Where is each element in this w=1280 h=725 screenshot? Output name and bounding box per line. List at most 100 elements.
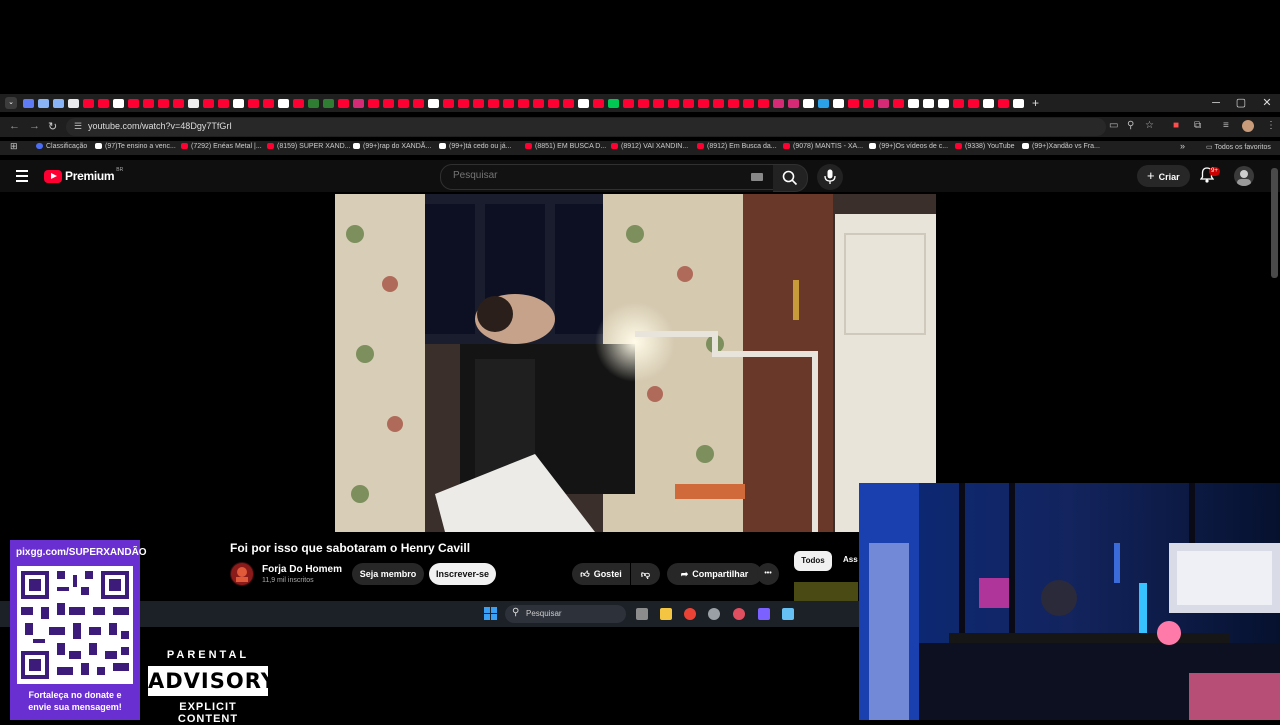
browser-tab-favicon[interactable] <box>368 98 379 108</box>
browser-tab-favicon[interactable] <box>848 98 859 108</box>
search-button[interactable] <box>773 164 808 192</box>
browser-tab-favicon[interactable] <box>833 98 844 108</box>
steam-icon[interactable] <box>782 608 794 620</box>
youtube-premium-logo[interactable]: Premium BR <box>44 167 123 183</box>
keyboard-icon[interactable] <box>751 173 763 181</box>
chip-all[interactable]: Todos <box>794 551 832 571</box>
browser-tab-favicon[interactable] <box>1013 98 1024 108</box>
bookmark-item[interactable]: (9338) YouTube <box>955 143 1015 150</box>
task-view-icon[interactable] <box>636 608 648 620</box>
browser-tab-favicon[interactable] <box>488 98 499 108</box>
dislike-button[interactable]: 👎︎ <box>631 563 660 585</box>
browser-tab-favicon[interactable] <box>623 98 634 108</box>
bookmark-item[interactable]: (8851) EM BUSCA D... <box>525 143 606 150</box>
media-controls-icon[interactable]: ≡ <box>1223 120 1229 131</box>
browser-tab-favicon[interactable] <box>143 98 154 108</box>
chip-next[interactable]: Ass <box>843 555 858 564</box>
browser-tab-favicon[interactable] <box>668 98 679 108</box>
browser-tab-favicon[interactable] <box>803 98 814 108</box>
join-membership-button[interactable]: Seja membro <box>352 563 424 585</box>
all-bookmarks-folder[interactable]: ▭ Todos os favoritos <box>1206 143 1271 151</box>
account-avatar[interactable] <box>1234 166 1254 186</box>
bookmark-item[interactable]: (8159) SUPER XAND... <box>267 143 351 150</box>
page-scrollbar[interactable] <box>1271 168 1278 278</box>
url-text[interactable]: youtube.com/watch?v=48Dgy7TfGrI <box>88 121 232 131</box>
browser-tab-favicon[interactable] <box>728 98 739 108</box>
browser-tab-favicon[interactable] <box>968 98 979 108</box>
browser-tab-favicon[interactable] <box>713 98 724 108</box>
close-window-button[interactable]: ✕ <box>1254 94 1280 112</box>
browser-tab-favicon[interactable] <box>638 98 649 108</box>
browser-tab-favicon[interactable] <box>293 98 304 108</box>
bookmark-item[interactable]: (99+)tá cedo ou já... <box>439 143 511 150</box>
apps-grid-icon[interactable]: ⊞ <box>10 141 18 152</box>
bookmark-item[interactable]: (99+)rap do XANDÃ... <box>353 143 431 150</box>
browser-tab-favicon[interactable] <box>518 98 529 108</box>
browser-tab-favicon[interactable] <box>983 98 994 108</box>
browser-tab-favicon[interactable] <box>398 98 409 108</box>
browser-tab-favicon[interactable] <box>128 98 139 108</box>
browser-tab-favicon[interactable] <box>908 98 919 108</box>
browser-tab-favicon[interactable] <box>173 98 184 108</box>
install-app-icon[interactable]: ▭ <box>1109 120 1118 131</box>
browser-menu-icon[interactable]: ⋮ <box>1266 120 1276 131</box>
browser-tab-favicon[interactable] <box>278 98 289 108</box>
channel-avatar[interactable] <box>230 562 254 586</box>
bookmark-item[interactable]: (8912) VAI XANDIN... <box>611 143 688 150</box>
profile-avatar[interactable] <box>1242 120 1254 132</box>
browser-tab-favicon[interactable] <box>263 98 274 108</box>
subscribe-button[interactable]: Inscrever-se <box>429 563 496 585</box>
bookmark-item[interactable]: (7292) Enéas Metal |... <box>181 143 262 150</box>
maximize-button[interactable]: ▢ <box>1228 94 1254 112</box>
browser-tab-favicon[interactable] <box>578 98 589 108</box>
browser-tab-favicon[interactable] <box>353 98 364 108</box>
related-video-thumbnail[interactable] <box>794 582 858 602</box>
browser-tab-favicon[interactable] <box>68 98 79 108</box>
channel-name[interactable]: Forja Do Homem <box>262 564 342 575</box>
browser-tab-favicon[interactable] <box>743 98 754 108</box>
browser-tab-favicon[interactable] <box>593 98 604 108</box>
bookmark-item[interactable]: (9078) MANTIS - XA... <box>783 143 863 150</box>
voice-search-button[interactable] <box>817 164 843 190</box>
browser-tab-favicon[interactable] <box>458 98 469 108</box>
hamburger-menu-icon[interactable] <box>16 170 28 182</box>
browser-tab-favicon[interactable] <box>338 98 349 108</box>
browser-tab-favicon[interactable] <box>548 98 559 108</box>
browser-tab-favicon[interactable] <box>788 98 799 108</box>
create-button[interactable]: + Criar <box>1137 165 1190 187</box>
more-actions-button[interactable]: ••• <box>757 563 779 585</box>
browser-tab-favicon[interactable] <box>233 98 244 108</box>
browser-tab-favicon[interactable] <box>863 98 874 108</box>
browser-tab-favicon[interactable] <box>893 98 904 108</box>
bookmark-item[interactable]: Classificação <box>36 143 87 150</box>
reload-icon[interactable]: ↻ <box>48 120 57 133</box>
like-button[interactable]: 👍︎ Gostei <box>572 563 630 585</box>
minimize-button[interactable]: ─ <box>1203 94 1229 112</box>
browser-tab-favicon[interactable] <box>698 98 709 108</box>
browser-tab-favicon[interactable] <box>683 98 694 108</box>
site-info-icon[interactable]: ☰ <box>74 121 82 132</box>
browser-tab-favicon[interactable] <box>503 98 514 108</box>
browser-tab-favicon[interactable] <box>38 98 49 108</box>
browser-tab-favicon[interactable] <box>653 98 664 108</box>
bookmark-item[interactable]: (8912) Em Busca da... <box>697 143 777 150</box>
file-explorer-icon[interactable] <box>660 608 672 620</box>
bookmark-star-icon[interactable]: ☆ <box>1145 120 1154 131</box>
browser-tab-favicon[interactable] <box>818 98 829 108</box>
browser-tab-favicon[interactable] <box>608 98 619 108</box>
browser-tab-favicon[interactable] <box>773 98 784 108</box>
browser-tab-favicon[interactable] <box>158 98 169 108</box>
app-icon[interactable] <box>733 608 745 620</box>
taskbar-search[interactable]: ⚲ Pesquisar <box>505 605 626 623</box>
twitch-icon[interactable] <box>758 608 770 620</box>
forward-icon[interactable]: → <box>29 120 40 132</box>
browser-tab-favicon[interactable] <box>383 98 394 108</box>
browser-tab-favicon[interactable] <box>878 98 889 108</box>
browser-tab-favicon[interactable] <box>113 98 124 108</box>
browser-tab-favicon[interactable] <box>443 98 454 108</box>
extensions-puzzle-icon[interactable]: ⧉ <box>1194 120 1201 131</box>
back-icon[interactable]: ← <box>9 120 20 132</box>
browser-tab-favicon[interactable] <box>248 98 259 108</box>
new-tab-button[interactable]: + <box>1032 96 1039 110</box>
chrome-icon[interactable] <box>684 608 696 620</box>
